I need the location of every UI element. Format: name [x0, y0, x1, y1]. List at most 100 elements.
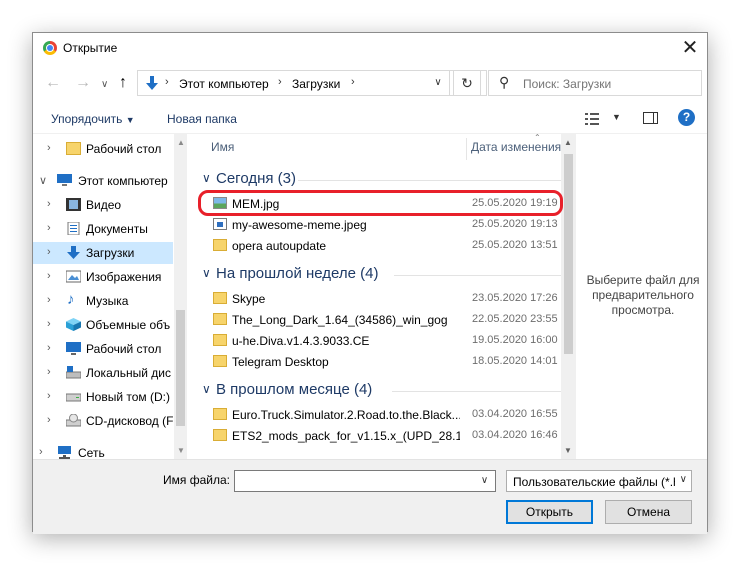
group-divider	[392, 391, 561, 392]
breadcrumb-separator[interactable]: ›	[165, 76, 169, 88]
file-date: 18.05.2020 14:01	[472, 355, 558, 367]
chevron-right-icon[interactable]: ›	[47, 414, 51, 426]
chevron-down-icon[interactable]: ∨	[202, 171, 211, 185]
group-header-today[interactable]: ∨ Сегодня (3)	[196, 170, 561, 190]
file-list-scroll-thumb[interactable]	[564, 154, 573, 354]
file-row[interactable]: Skype 23.05.2020 17:26	[196, 288, 561, 309]
chevron-down-icon[interactable]: ∨	[202, 266, 211, 280]
image-file-icon	[213, 197, 227, 209]
sidebar-item-network[interactable]: › Сеть	[33, 442, 173, 459]
column-divider[interactable]	[466, 138, 467, 160]
chevron-right-icon[interactable]: ›	[47, 390, 51, 402]
file-name: opera autoupdate	[232, 239, 327, 253]
chevron-right-icon[interactable]: ›	[47, 198, 51, 210]
sidebar-item-local-disk[interactable]: › Локальный дис	[33, 362, 173, 384]
sidebar-item-downloads[interactable]: › Загрузки	[33, 242, 173, 264]
sidebar-item-video[interactable]: › Видео	[33, 194, 173, 216]
chevron-right-icon[interactable]: ›	[47, 294, 51, 306]
breadcrumb-separator[interactable]: ›	[278, 76, 282, 88]
view-details-icon[interactable]	[585, 113, 599, 125]
chevron-right-icon[interactable]: ›	[47, 222, 51, 234]
file-list-scrollbar[interactable]: ▲ ▼	[561, 134, 576, 459]
folder-icon	[213, 292, 227, 304]
scroll-up-icon[interactable]: ▲	[564, 138, 572, 147]
sidebar-item-desktop-quick[interactable]: › Рабочий стол	[33, 138, 173, 160]
file-row[interactable]: ETS2_mods_pack_for_v1.15.x_(UPD_28.12...…	[196, 425, 561, 446]
sidebar-item-cd-drive[interactable]: › CD-дисковод (F:	[33, 410, 173, 432]
documents-icon	[67, 222, 80, 235]
search-box[interactable]: ⚲	[488, 70, 702, 96]
file-row[interactable]: opera autoupdate 25.05.2020 13:51	[196, 235, 561, 256]
file-row[interactable]: u-he.Diva.v1.4.3.9033.CE 19.05.2020 16:0…	[196, 330, 561, 351]
sidebar-item-label: Документы	[86, 222, 148, 236]
file-row[interactable]: my-awesome-meme.jpeg 25.05.2020 19:13	[196, 214, 561, 235]
scroll-down-icon[interactable]: ▼	[177, 446, 185, 455]
group-header-last-month[interactable]: ∨ В прошлом месяце (4)	[196, 381, 561, 401]
video-icon	[66, 198, 81, 211]
file-name: ETS2_mods_pack_for_v1.15.x_(UPD_28.12...…	[232, 429, 460, 443]
file-type-value: Пользовательские файлы (*.h	[513, 475, 675, 489]
drive-icon	[66, 366, 81, 379]
sidebar-item-music[interactable]: › ♪ Музыка	[33, 290, 173, 312]
filename-dropdown-icon[interactable]: ∨	[473, 470, 496, 492]
new-folder-button[interactable]: Новая папка	[167, 112, 237, 126]
refresh-button[interactable]: ↻	[453, 70, 481, 96]
breadcrumb-downloads[interactable]: Загрузки	[292, 77, 340, 91]
close-button[interactable]: ✕	[673, 33, 707, 63]
sidebar-item-desktop[interactable]: › Рабочий стол	[33, 338, 173, 360]
open-button[interactable]: Открыть	[506, 500, 593, 524]
breadcrumb-this-pc[interactable]: Этот компьютер	[179, 77, 269, 91]
chevron-right-icon[interactable]: ›	[47, 142, 51, 154]
sidebar-item-this-pc[interactable]: ∨ Этот компьютер	[33, 170, 173, 192]
chevron-right-icon[interactable]: ›	[39, 446, 43, 458]
scroll-up-icon[interactable]: ▲	[177, 138, 185, 147]
chevron-right-icon[interactable]: ›	[47, 318, 51, 330]
chevron-right-icon[interactable]: ›	[47, 366, 51, 378]
forward-button[interactable]: →	[75, 74, 91, 92]
scroll-down-icon[interactable]: ▼	[564, 446, 572, 455]
file-date: 03.04.2020 16:46	[472, 429, 558, 441]
sidebar-scroll-thumb[interactable]	[176, 310, 185, 426]
file-row[interactable]: Euro.Truck.Simulator.2.Road.to.the.Black…	[196, 404, 561, 425]
sidebar-item-pictures[interactable]: › Изображения	[33, 266, 173, 288]
sidebar-item-new-volume[interactable]: › Новый том (D:)	[33, 386, 173, 408]
file-row[interactable]: Telegram Desktop 18.05.2020 14:01	[196, 351, 561, 372]
file-row[interactable]: MEM.jpg 25.05.2020 19:19	[196, 193, 561, 214]
folder-icon	[213, 408, 227, 420]
group-label: В прошлом месяце (4)	[216, 381, 373, 398]
up-button[interactable]: ↑	[119, 74, 127, 92]
chevron-right-icon[interactable]: ›	[47, 270, 51, 282]
column-header-name[interactable]: Имя	[211, 140, 234, 154]
folder-icon	[213, 239, 227, 251]
file-date: 23.05.2020 17:26	[472, 292, 558, 304]
recent-locations-button[interactable]: ∨	[101, 76, 108, 94]
sidebar-scrollbar[interactable]: ▲ ▼	[174, 134, 187, 459]
address-dropdown-button[interactable]: ∨	[427, 70, 450, 96]
open-file-dialog: Открытие ✕ ← → ∨ ↑ › Этот компьютер › За…	[32, 32, 708, 534]
back-button[interactable]: ←	[45, 74, 61, 92]
preview-placeholder-text: Выберите файл для предварительного просм…	[586, 273, 700, 317]
sidebar-item-label: Рабочий стол	[86, 342, 162, 356]
chevron-down-icon[interactable]: ∨	[39, 174, 47, 187]
cancel-button[interactable]: Отмена	[605, 500, 692, 524]
group-divider	[298, 180, 561, 181]
breadcrumb-separator[interactable]: ›	[351, 76, 355, 88]
sidebar-item-documents[interactable]: › Документы	[33, 218, 173, 240]
chevron-right-icon[interactable]: ›	[47, 342, 51, 354]
chevron-down-icon[interactable]: ∨	[202, 382, 211, 396]
sidebar-item-3d-objects[interactable]: › Объемные объ	[33, 314, 173, 336]
preview-pane-icon[interactable]	[643, 112, 658, 124]
view-options-dropdown[interactable]: ▼	[612, 112, 621, 122]
search-input[interactable]	[521, 73, 695, 95]
command-toolbar: Упорядочить ▼ Новая папка ▼ ?	[33, 103, 707, 134]
filename-input[interactable]	[234, 470, 496, 492]
chevron-right-icon[interactable]: ›	[47, 246, 51, 258]
file-row[interactable]: The_Long_Dark_1.64_(34586)_win_gog 22.05…	[196, 309, 561, 330]
organize-button[interactable]: Упорядочить ▼	[51, 112, 135, 126]
chevron-down-icon: ▼	[125, 115, 135, 125]
column-header-date[interactable]: Дата изменения	[471, 140, 561, 154]
file-type-filter[interactable]: Пользовательские файлы (*.h ∨	[506, 470, 692, 492]
group-divider	[394, 275, 561, 276]
group-header-last-week[interactable]: ∨ На прошлой неделе (4)	[196, 265, 561, 285]
help-icon[interactable]: ?	[678, 109, 695, 126]
